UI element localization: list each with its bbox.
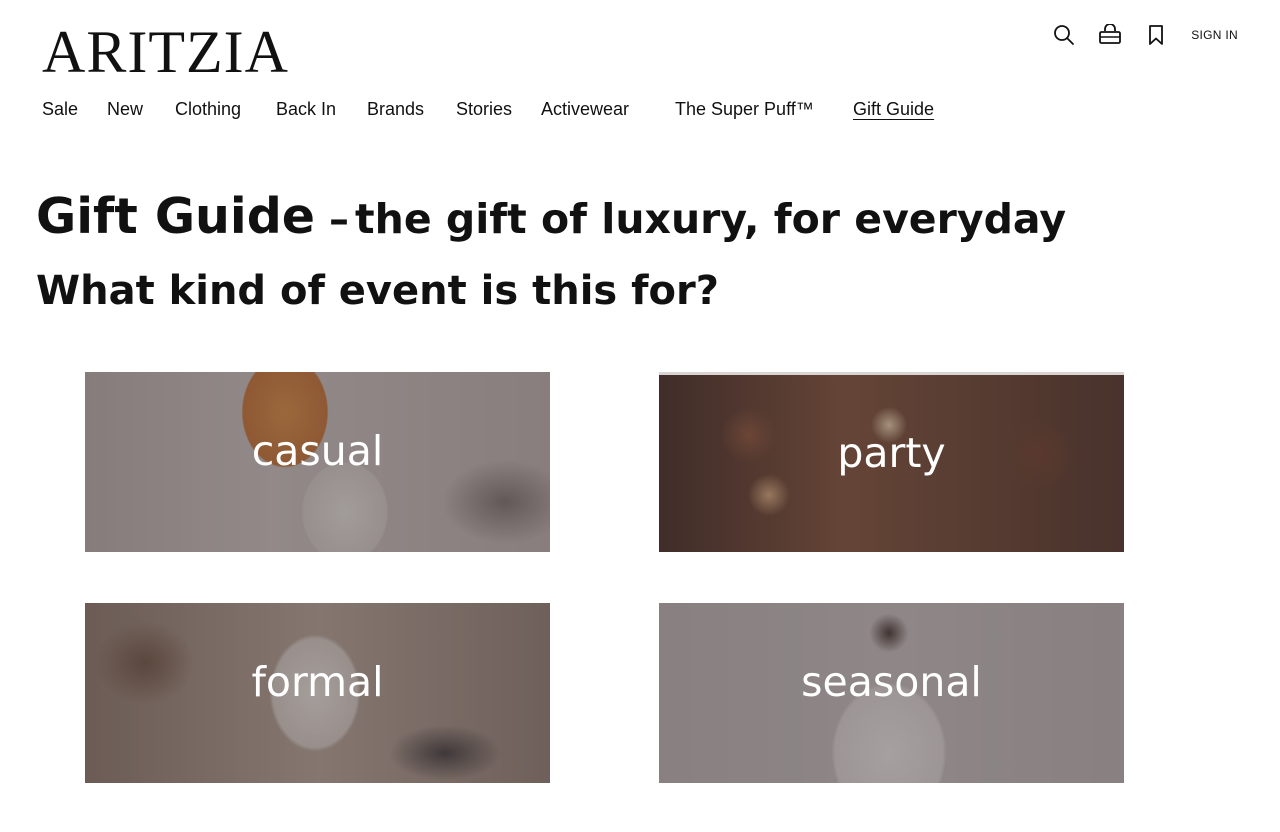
event-tile-casual[interactable]: casual bbox=[85, 372, 550, 552]
nav-item-back-in[interactable]: Back In bbox=[276, 97, 336, 121]
aritzia-logo[interactable]: ARITZIA bbox=[42, 20, 289, 84]
event-tile-seasonal[interactable]: seasonal bbox=[659, 603, 1124, 783]
event-tile-formal[interactable]: formal bbox=[85, 603, 550, 783]
event-label-seasonal: seasonal bbox=[801, 658, 982, 706]
event-question: What kind of event is this for? bbox=[36, 268, 719, 314]
page-title-main: Gift Guide bbox=[36, 188, 316, 245]
event-label-casual: casual bbox=[251, 427, 384, 475]
utility-bar: SIGN IN bbox=[1051, 22, 1238, 48]
page-tagline: the gift of luxury, for everyday bbox=[355, 195, 1067, 243]
nav-item-brands[interactable]: Brands bbox=[367, 97, 424, 121]
nav-item-super-puff[interactable]: The Super Puff™ bbox=[675, 97, 814, 121]
event-label-formal: formal bbox=[251, 658, 384, 706]
sign-in-link[interactable]: SIGN IN bbox=[1191, 28, 1238, 42]
title-dash: – bbox=[329, 197, 350, 243]
nav-item-clothing[interactable]: Clothing bbox=[175, 97, 241, 121]
nav-item-sale[interactable]: Sale bbox=[42, 97, 78, 121]
nav-item-stories[interactable]: Stories bbox=[456, 97, 512, 121]
nav-item-activewear[interactable]: Activewear bbox=[541, 97, 629, 121]
bookmark-icon[interactable] bbox=[1143, 22, 1169, 48]
search-icon[interactable] bbox=[1051, 22, 1077, 48]
event-tile-party[interactable]: party bbox=[659, 372, 1124, 552]
shopping-bag-icon[interactable] bbox=[1097, 22, 1123, 48]
nav-item-gift-guide[interactable]: Gift Guide bbox=[853, 97, 934, 121]
event-label-party: party bbox=[837, 428, 946, 477]
page-title: Gift Guide – the gift of luxury, for every… bbox=[36, 188, 1066, 245]
nav-item-new[interactable]: New bbox=[107, 97, 143, 121]
